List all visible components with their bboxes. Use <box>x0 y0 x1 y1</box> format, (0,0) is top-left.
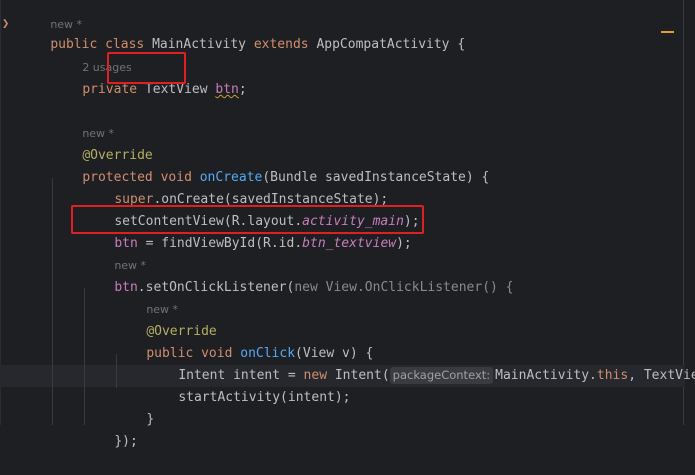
indent-guide <box>52 178 53 425</box>
code-vision-hint[interactable]: new * <box>51 101 695 140</box>
code-line-close-brace[interactable]: } <box>115 387 695 427</box>
code-line-onclick-declaration[interactable]: public void onClick(View v) { <box>115 321 695 361</box>
code-line-intent[interactable]: Intent intent = new Intent(packageContex… <box>147 343 695 384</box>
type-name: TextView <box>144 82 208 97</box>
keyword: private <box>82 82 138 97</box>
brace: }); <box>114 434 138 449</box>
code-line-annotation[interactable]: @Override <box>115 299 695 339</box>
highlight-box-findviewbyid <box>71 205 424 234</box>
semicolon: ; <box>238 82 247 97</box>
code-line-super-call[interactable]: super.onCreate(savedInstanceState); <box>83 167 695 207</box>
code-vision-hint[interactable]: new * <box>83 233 695 272</box>
code-line-start-activity[interactable]: startActivity(intent); <box>147 365 695 405</box>
code-line-close-listener[interactable]: }); <box>83 409 695 449</box>
gutter-edge <box>0 0 1 425</box>
highlight-box-textview <box>107 52 186 84</box>
code-editor[interactable]: ❯ new * public class MainActivity extend… <box>0 0 695 449</box>
field-name: btn <box>215 82 239 97</box>
code-line-class-declaration[interactable]: public class MainActivity extends AppCom… <box>19 12 695 52</box>
code-line-method-declaration[interactable]: protected void onCreate(Bundle savedInst… <box>51 145 695 185</box>
code-vision-hint[interactable]: new * <box>115 277 695 316</box>
fold-arrow-icon[interactable]: ❯ <box>2 16 9 30</box>
code-line-set-listener[interactable]: btn.setOnClickListener(new View.OnClickL… <box>83 255 695 295</box>
code-line-annotation[interactable]: @Override <box>51 123 695 163</box>
